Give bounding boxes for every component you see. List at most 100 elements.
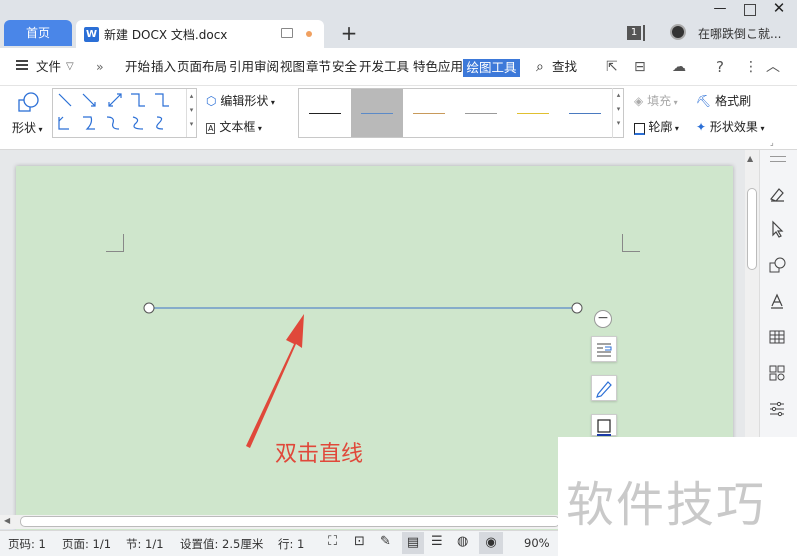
gallery-scroll-icon[interactable]: ▴ ▾ ▾ (186, 89, 196, 137)
margin-corner-top-right (622, 234, 640, 252)
page-view-icon[interactable]: ▤ (402, 532, 424, 554)
collapse-ribbon-icon[interactable]: ︿ (766, 48, 780, 86)
watermark-text: 软件技巧 (566, 477, 767, 533)
read-mode-icon[interactable]: ⊡ (354, 534, 365, 549)
line-handle-end[interactable] (571, 302, 583, 314)
fill-label: 填充 (647, 94, 672, 108)
select-cursor-icon[interactable] (768, 220, 786, 238)
outline-view-icon[interactable]: ☰ (431, 534, 443, 549)
annotation-text: 双击直线 (275, 442, 364, 467)
share-icon[interactable]: ⇱ (606, 48, 618, 86)
format-painter-label: 格式刷 (715, 94, 752, 108)
fill-button[interactable]: ◈ 填充 ▾ (634, 92, 678, 109)
fullscreen-icon[interactable]: ⛶ (328, 534, 337, 549)
shape-button[interactable]: 形状 ▾ (12, 119, 43, 136)
table-icon[interactable] (768, 328, 786, 346)
scroll-up-icon[interactable]: ▲ (747, 154, 753, 163)
more-icon[interactable]: ⋮ (744, 48, 758, 86)
style-gallery-scroll[interactable]: ▴ ▾ ▾ (612, 88, 624, 138)
pen-mode-icon[interactable]: ✎ (380, 534, 391, 549)
cloud-icon[interactable]: ☁ (672, 48, 686, 86)
settings-sliders-icon[interactable] (768, 400, 786, 418)
tab-document[interactable]: W 新建 DOCX 文档.docx (76, 20, 324, 48)
minimize-icon[interactable]: — (713, 2, 727, 16)
pen-icon (596, 381, 612, 398)
hamburger-icon[interactable] (16, 60, 28, 70)
line-style-6[interactable] (559, 89, 611, 137)
scroll-left-icon[interactable]: ◀ (4, 516, 10, 525)
wps-writer-icon: W (84, 27, 99, 42)
status-row[interactable]: 行: 1 (278, 536, 304, 552)
line-handle-start[interactable] (143, 302, 155, 314)
eraser-icon[interactable] (768, 185, 786, 203)
line-style-gallery[interactable] (298, 88, 624, 138)
selected-line-shape[interactable] (140, 298, 586, 318)
line-color-button[interactable] (591, 375, 617, 401)
shape-effect-button[interactable]: ✦ 形状效果 ▾ (696, 118, 764, 135)
status-setting[interactable]: 设置值: 2.5厘米 (180, 536, 263, 552)
monitor-icon[interactable] (281, 28, 293, 38)
more-menus-icon[interactable]: » (96, 48, 104, 86)
collapse-toolbar-icon[interactable]: − (594, 310, 612, 328)
outline-label: 轮廓 (648, 120, 673, 134)
chevron-down-icon[interactable]: ▽ (66, 48, 74, 86)
connector-shapes-icon[interactable] (53, 89, 185, 137)
search-icon[interactable]: ⌕ (536, 48, 544, 86)
menu-security[interactable]: 安全 (332, 48, 357, 86)
web-view-icon[interactable]: ◍ (457, 534, 468, 549)
text-wrap-button[interactable] (591, 336, 617, 362)
status-pages[interactable]: 页面: 1/1 (62, 536, 111, 552)
line-style-2[interactable] (351, 89, 403, 137)
menu-page-layout[interactable]: 页面布局 (177, 48, 227, 86)
help-icon[interactable]: ? (716, 48, 724, 86)
brush-icon: ⛏ (696, 94, 712, 108)
line-style-3[interactable] (403, 89, 455, 137)
menu-start[interactable]: 开始 (125, 48, 150, 86)
line-swatch (309, 113, 341, 114)
edit-shape-button[interactable]: ⬡ 编辑形状 ▾ (206, 92, 275, 109)
close-icon[interactable]: ✕ (772, 0, 786, 16)
menu-section[interactable]: 章节 (306, 48, 331, 86)
menu-review[interactable]: 审阅 (254, 48, 279, 86)
pane-grip-icon[interactable] (770, 156, 786, 162)
shapes-pane-icon[interactable] (768, 256, 786, 274)
outline-style-button[interactable] (591, 414, 617, 436)
text-style-icon[interactable] (768, 292, 786, 310)
line-style-4[interactable] (455, 89, 507, 137)
outline-button[interactable]: 轮廓 ▾ (634, 118, 679, 135)
new-tab-button[interactable]: + (338, 20, 360, 46)
text-box-button[interactable]: A 文本框 ▾ (206, 118, 262, 135)
menu-developer[interactable]: 开发工具 (359, 48, 409, 86)
horizontal-scroll-thumb[interactable] (20, 516, 560, 527)
menu-reference[interactable]: 引用 (229, 48, 254, 86)
user-name[interactable]: 在哪跌倒こ就... (698, 25, 781, 42)
window-count-badge[interactable]: 1 (627, 26, 641, 40)
format-painter-button[interactable]: ⛏ 格式刷 (696, 92, 751, 109)
maximize-icon[interactable] (744, 4, 756, 16)
outline-icon (634, 123, 645, 135)
menu-drawing-tools[interactable]: 绘图工具 (463, 59, 520, 77)
zoom-level[interactable]: 90% (524, 536, 550, 550)
apps-grid-icon[interactable] (768, 364, 786, 382)
line-style-1[interactable] (299, 89, 351, 137)
edit-shape-label: 编辑形状 (220, 94, 269, 108)
shapes-icon[interactable] (18, 92, 40, 112)
menu-insert[interactable]: 插入 (151, 48, 176, 86)
vertical-scroll-thumb[interactable] (747, 188, 757, 270)
menu-search[interactable]: 查找 (552, 48, 577, 86)
export-icon[interactable]: ⊟ (634, 48, 646, 86)
status-section[interactable]: 节: 1/1 (126, 536, 164, 552)
menu-file[interactable]: 文件 (36, 48, 61, 86)
outline-style-icon (597, 419, 611, 436)
text-box-label: 文本框 (219, 120, 256, 134)
line-style-5[interactable] (507, 89, 559, 137)
line-swatch (569, 113, 601, 114)
status-page-number[interactable]: 页码: 1 (8, 536, 46, 552)
avatar[interactable] (670, 24, 686, 40)
menu-view[interactable]: 视图 (280, 48, 305, 86)
tab-home[interactable]: 首页 (4, 20, 72, 46)
menu-special[interactable]: 特色应用 (413, 48, 463, 86)
eye-protect-icon[interactable]: ◉ (479, 532, 503, 554)
ribbon-expand-icon[interactable]: ⌟ (770, 138, 774, 147)
shape-gallery[interactable]: ▴ ▾ ▾ (52, 88, 197, 138)
